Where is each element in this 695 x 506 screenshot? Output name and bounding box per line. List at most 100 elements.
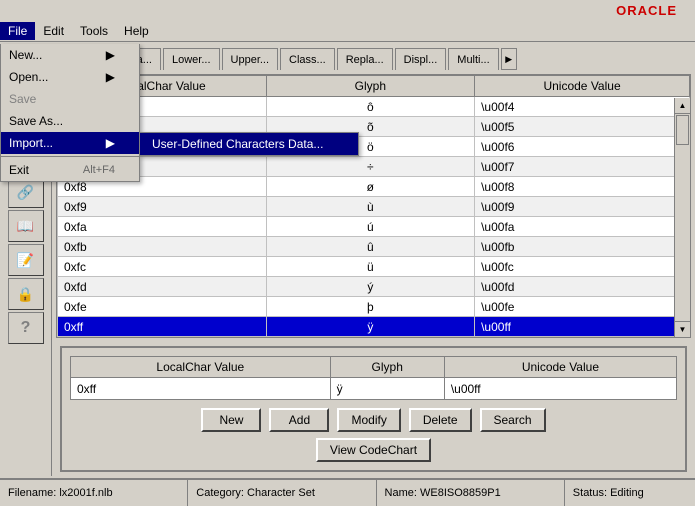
cell-glyph: ø — [266, 177, 475, 197]
cell-glyph: ú — [266, 217, 475, 237]
cell-glyph: ÷ — [266, 157, 475, 177]
view-codechart-button[interactable]: View CodeChart — [316, 438, 431, 462]
table-row[interactable]: 0xff ÿ \u00ff — [58, 317, 690, 337]
cell-glyph: ÿ — [266, 317, 475, 337]
cell-unicode: \u00fe — [475, 297, 690, 317]
cell-local: 0xfa — [58, 217, 267, 237]
cell-unicode: \u00f5 — [475, 117, 690, 137]
scrollbar[interactable]: ▲ ▼ — [674, 98, 690, 337]
cell-unicode: \u00fd — [475, 277, 690, 297]
detail-local-value[interactable]: 0xff — [71, 378, 331, 400]
delete-button[interactable]: Delete — [409, 408, 472, 432]
menu-file[interactable]: File — [0, 22, 35, 40]
menu-edit[interactable]: Edit — [35, 20, 72, 41]
table-row[interactable]: 0xfa ú \u00fa — [58, 217, 690, 237]
detail-col-local: LocalChar Value — [71, 357, 331, 378]
menu-bar: File New... ▶ Open... ▶ Save Save As... … — [0, 20, 695, 42]
table-row[interactable]: 0xf9 ù \u00f9 — [58, 197, 690, 217]
file-dropdown: New... ▶ Open... ▶ Save Save As... Impor… — [0, 44, 140, 182]
detail-table: LocalChar Value Glyph Unicode Value 0xff… — [70, 356, 677, 400]
cell-unicode: \u00f7 — [475, 157, 690, 177]
status-category: Category: Character Set — [188, 480, 376, 506]
cell-local: 0xfc — [58, 257, 267, 277]
detail-panel: LocalChar Value Glyph Unicode Value 0xff… — [60, 346, 687, 472]
table-row[interactable]: 0xf8 ø \u00f8 — [58, 177, 690, 197]
import-submenu: User-Defined Characters Data... — [139, 132, 359, 156]
cell-unicode: \u00f9 — [475, 197, 690, 217]
cell-glyph: ý — [266, 277, 475, 297]
scroll-track — [675, 114, 690, 321]
file-menu-container: File New... ▶ Open... ▶ Save Save As... … — [0, 22, 35, 40]
tab-displ[interactable]: Displ... — [395, 48, 447, 70]
menu-open[interactable]: Open... ▶ — [1, 66, 139, 88]
tab-class[interactable]: Class... — [280, 48, 335, 70]
table-row[interactable]: 0xf7 ÷ \u00f7 — [58, 157, 690, 177]
submenu-arrow-import: ▶ — [106, 136, 115, 150]
toolbar-btn-8[interactable]: ? — [8, 312, 44, 344]
cell-local: 0xff — [58, 317, 267, 337]
tab-lower[interactable]: Lower... — [163, 48, 220, 70]
add-button[interactable]: Add — [269, 408, 329, 432]
menu-import[interactable]: Import... ▶ User-Defined Characters Data… — [1, 132, 139, 154]
toolbar-btn-7[interactable]: 🔒 — [8, 278, 44, 310]
menu-help[interactable]: Help — [116, 20, 157, 41]
menu-save-as[interactable]: Save As... — [1, 110, 139, 132]
cell-glyph: ü — [266, 257, 475, 277]
cell-glyph: þ — [266, 297, 475, 317]
tab-repla[interactable]: Repla... — [337, 48, 393, 70]
cell-unicode: \u00ff — [475, 317, 690, 337]
status-editing: Status: Editing — [565, 480, 695, 506]
detail-row: 0xff ÿ \u00ff — [71, 378, 677, 400]
menu-new[interactable]: New... ▶ — [1, 44, 139, 66]
cell-glyph: ù — [266, 197, 475, 217]
tab-multi[interactable]: Multi... — [448, 48, 498, 70]
oracle-logo: ORACLE — [616, 3, 687, 18]
detail-col-glyph: Glyph — [330, 357, 444, 378]
cell-unicode: \u00fc — [475, 257, 690, 277]
menu-save: Save — [1, 88, 139, 110]
submenu-arrow: ▶ — [106, 48, 115, 62]
table-row[interactable]: 0xf4 ô \u00f4 — [58, 97, 690, 117]
menu-exit[interactable]: Exit Alt+F4 — [1, 159, 139, 181]
search-button[interactable]: Search — [480, 408, 546, 432]
action-buttons: New Add Modify Delete Search — [70, 408, 677, 432]
detail-unicode-value[interactable]: \u00ff — [444, 378, 676, 400]
cell-local: 0xfb — [58, 237, 267, 257]
menu-user-defined-chars[interactable]: User-Defined Characters Data... — [140, 133, 358, 155]
tab-upper[interactable]: Upper... — [222, 48, 279, 70]
cell-glyph: û — [266, 237, 475, 257]
toolbar-btn-6[interactable]: 📝 — [8, 244, 44, 276]
cell-unicode: \u00f4 — [475, 97, 690, 117]
menu-divider — [1, 156, 139, 157]
status-name: Name: WE8ISO8859P1 — [377, 480, 565, 506]
col-header-glyph: Glyph — [266, 76, 475, 97]
tab-scroll-right[interactable]: ▶ — [501, 48, 517, 70]
cell-unicode: \u00fa — [475, 217, 690, 237]
table-row[interactable]: 0xfe þ \u00fe — [58, 297, 690, 317]
scroll-up[interactable]: ▲ — [675, 98, 690, 114]
col-header-unicode: Unicode Value — [475, 76, 690, 97]
cell-unicode: \u00f8 — [475, 177, 690, 197]
cell-unicode: \u00fb — [475, 237, 690, 257]
modify-button[interactable]: Modify — [337, 408, 400, 432]
submenu-arrow-open: ▶ — [106, 70, 115, 84]
cell-local: 0xfe — [58, 297, 267, 317]
scroll-down[interactable]: ▼ — [675, 321, 690, 337]
cell-local: 0xfd — [58, 277, 267, 297]
table-row[interactable]: 0xfd ý \u00fd — [58, 277, 690, 297]
detail-glyph-value[interactable]: ÿ — [330, 378, 444, 400]
cell-unicode: \u00f6 — [475, 137, 690, 157]
toolbar-btn-5[interactable]: 📖 — [8, 210, 44, 242]
table-row[interactable]: 0xfb û \u00fb — [58, 237, 690, 257]
status-bar: Filename: lx2001f.nlb Category: Characte… — [0, 478, 695, 506]
cell-glyph: ô — [266, 97, 475, 117]
menu-tools[interactable]: Tools — [72, 20, 116, 41]
new-button[interactable]: New — [201, 408, 261, 432]
table-row[interactable]: 0xfc ü \u00fc — [58, 257, 690, 277]
main-table: LocalChar Value Glyph Unicode Value 0xf4… — [57, 75, 690, 337]
detail-col-unicode: Unicode Value — [444, 357, 676, 378]
status-filename: Filename: lx2001f.nlb — [0, 480, 188, 506]
cell-local: 0xf9 — [58, 197, 267, 217]
scroll-thumb[interactable] — [676, 115, 689, 145]
view-codechart-row: View CodeChart — [70, 438, 677, 462]
